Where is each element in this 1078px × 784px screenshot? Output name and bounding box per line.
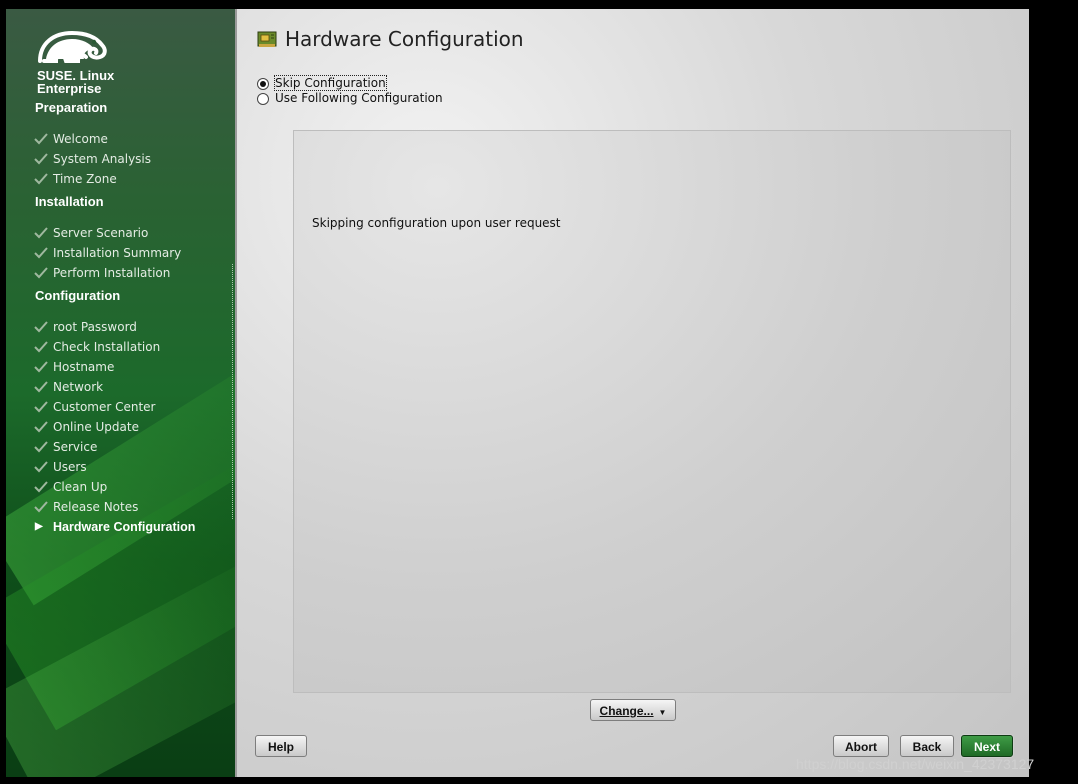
checkmark-icon (34, 173, 48, 185)
abort-button[interactable]: Abort (833, 735, 889, 757)
sidebar-decoration (6, 548, 235, 777)
checkmark-icon (34, 441, 48, 453)
section-title-configuration: Configuration (35, 288, 121, 303)
hardware-card-icon (257, 31, 277, 47)
current-step-arrow-icon: ▶ (35, 521, 43, 532)
checkmark-icon (34, 361, 48, 373)
sidebar-item-time-zone: Time Zone (34, 170, 229, 188)
change-button[interactable]: Change... ▼ (590, 699, 676, 721)
page-title: Hardware Configuration (285, 27, 524, 51)
sidebar-item-label: Release Notes (53, 500, 139, 514)
info-message: Skipping configuration upon user request (312, 216, 561, 230)
sidebar-item-users: Users (34, 458, 229, 476)
configuration-info-panel: Skipping configuration upon user request (293, 130, 1011, 693)
sidebar-item-label: root Password (53, 320, 137, 334)
sidebar-item-label: Welcome (53, 132, 108, 146)
watermark-text: https://blog.csdn.net/weixin_42373127 (796, 756, 1035, 772)
sidebar-item-welcome: Welcome (34, 130, 229, 148)
brand-line-2: Enterprise (37, 81, 102, 96)
sidebar-item-installation-summary: Installation Summary (34, 244, 229, 262)
brand-wordmark: SUSE. Linux Enterprise (37, 69, 114, 95)
radio-label[interactable]: Use Following Configuration (275, 91, 443, 105)
checkmark-icon (34, 421, 48, 433)
back-button[interactable]: Back (900, 735, 954, 757)
sidebar-item-label: System Analysis (53, 152, 152, 166)
sidebar-item-label: Server Scenario (53, 226, 149, 240)
checkmark-icon (34, 247, 48, 259)
radio-label[interactable]: Skip Configuration (274, 75, 387, 91)
checkmark-icon (34, 381, 48, 393)
sidebar-item-perform-installation: Perform Installation (34, 264, 229, 282)
sidebar-item-hardware-configuration: ▶ Hardware Configuration (34, 518, 229, 536)
sidebar-item-label: Check Installation (53, 340, 161, 354)
checkmark-icon (34, 481, 48, 493)
main-content: Hardware Configuration Skip Configuratio… (235, 9, 1029, 777)
sidebar-item-root-password: root Password (34, 318, 229, 336)
section-title-preparation: Preparation (35, 100, 108, 115)
sidebar: SUSE. Linux Enterprise Preparation Welco… (6, 9, 235, 777)
section-title-installation: Installation (35, 194, 104, 209)
sidebar-item-label: Online Update (53, 420, 139, 434)
sidebar-item-customer-center: Customer Center (34, 398, 229, 416)
sidebar-item-label: Hostname (53, 360, 115, 374)
radio-unselected-icon[interactable] (257, 93, 269, 105)
sidebar-item-release-notes: Release Notes (34, 498, 229, 516)
sidebar-item-label: Service (53, 440, 98, 454)
checkmark-icon (34, 461, 48, 473)
suse-chameleon-logo-icon (38, 30, 107, 63)
checkmark-icon (34, 321, 48, 333)
checkmark-icon (34, 401, 48, 413)
sidebar-item-network: Network (34, 378, 229, 396)
sidebar-item-label: Installation Summary (53, 246, 182, 260)
checkmark-icon (34, 341, 48, 353)
sidebar-item-check-installation: Check Installation (34, 338, 229, 356)
sidebar-item-label: Perform Installation (53, 266, 171, 280)
installer-window: SUSE. Linux Enterprise Preparation Welco… (6, 9, 1029, 777)
sidebar-item-system-analysis: System Analysis (34, 150, 229, 168)
sidebar-item-server-scenario: Server Scenario (34, 224, 229, 242)
sidebar-item-label: Clean Up (53, 480, 108, 494)
sidebar-item-clean-up: Clean Up (34, 478, 229, 496)
sidebar-item-label: Users (53, 460, 87, 474)
next-button[interactable]: Next (961, 735, 1013, 757)
checkmark-icon (34, 133, 48, 145)
checkmark-icon (34, 153, 48, 165)
change-button-label: Change... (599, 704, 654, 718)
sidebar-item-label: Network (53, 380, 104, 394)
sidebar-item-online-update: Online Update (34, 418, 229, 436)
sidebar-item-service: Service (34, 438, 229, 456)
radio-selected-icon[interactable] (257, 78, 269, 90)
checkmark-icon (34, 267, 48, 279)
checkmark-icon (34, 501, 48, 513)
dropdown-arrow-icon: ▼ (658, 708, 667, 717)
sidebar-scroll-edge (232, 264, 233, 519)
sidebar-item-hostname: Hostname (34, 358, 229, 376)
checkmark-icon (34, 227, 48, 239)
sidebar-item-label: Hardware Configuration (53, 520, 196, 534)
sidebar-item-label: Customer Center (53, 400, 156, 414)
sidebar-item-label: Time Zone (53, 172, 117, 186)
help-button[interactable]: Help (255, 735, 307, 757)
